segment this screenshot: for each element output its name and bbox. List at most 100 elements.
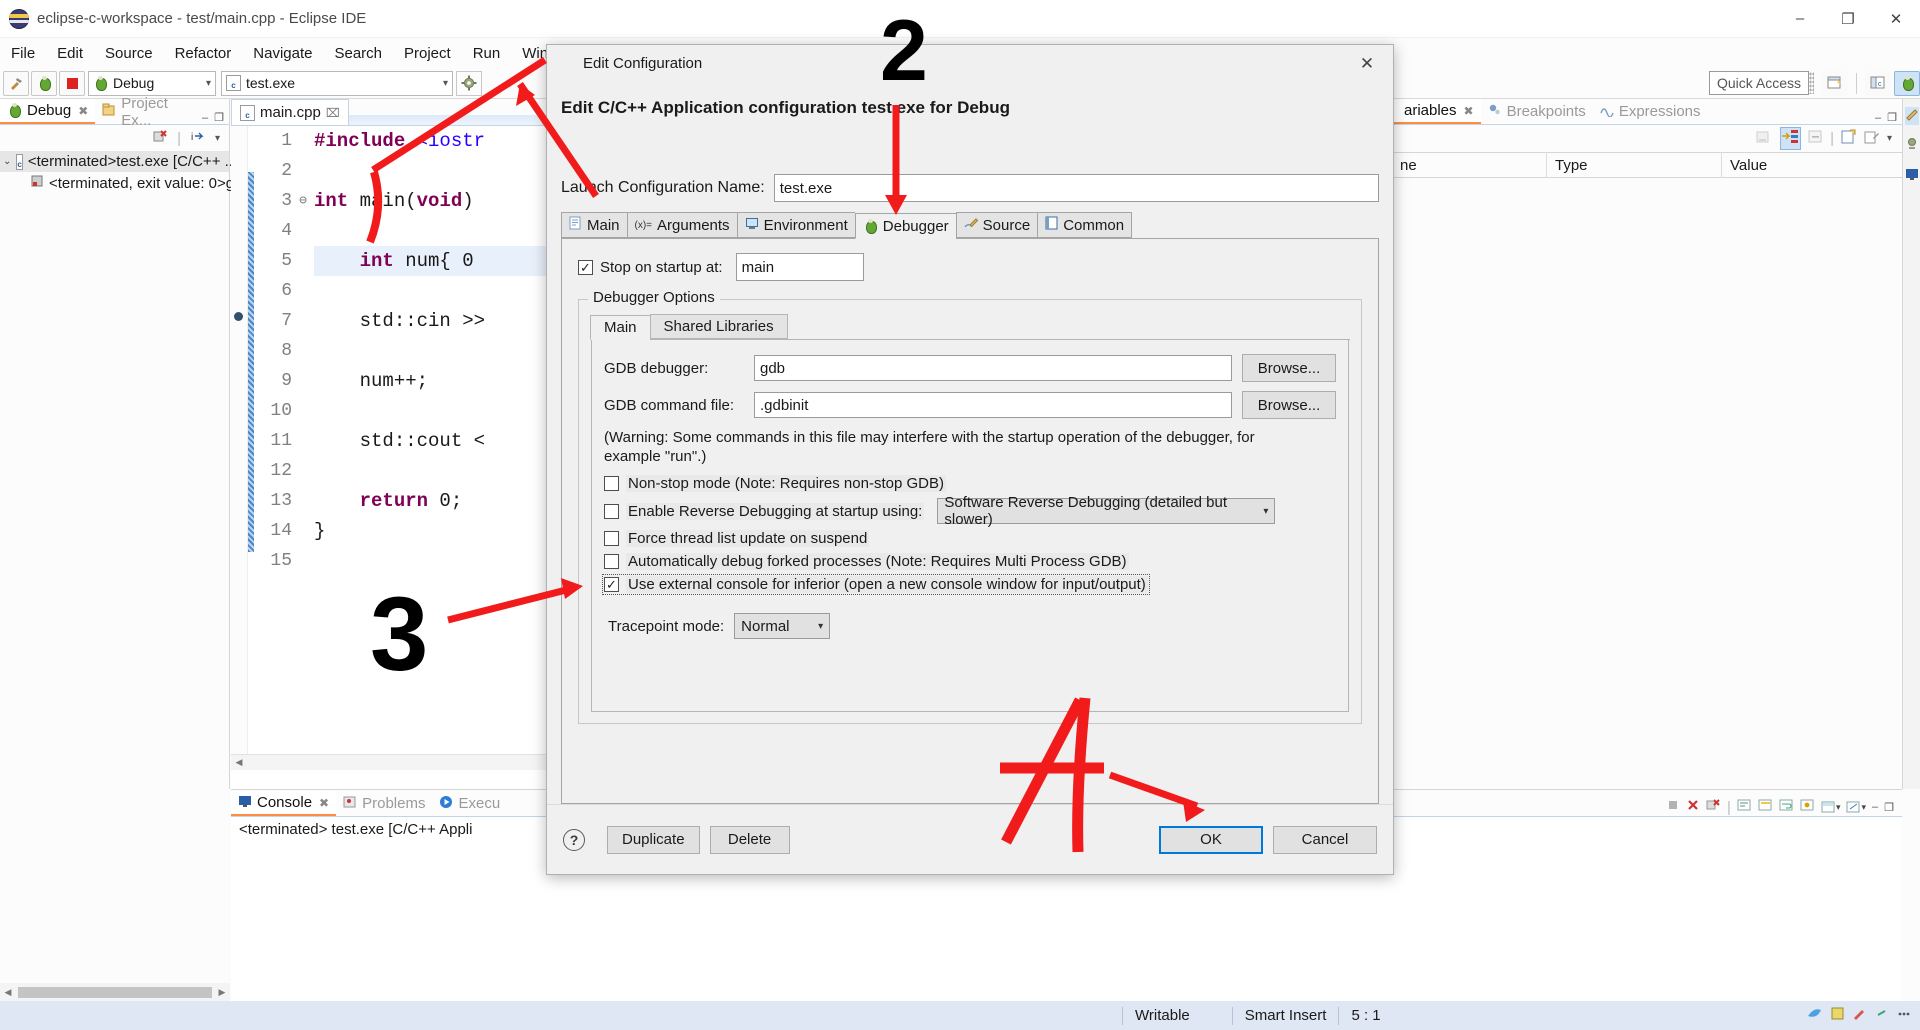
column-value[interactable]: Value — [1722, 152, 1887, 178]
close-icon[interactable]: ⌧ — [326, 106, 340, 120]
debug-perspective-icon[interactable] — [1894, 70, 1920, 96]
inner-tab-main[interactable]: Main — [590, 315, 650, 340]
tab-problems[interactable]: Problems — [336, 791, 432, 816]
tree-row[interactable]: <terminated, exit value: 0>g — [0, 172, 234, 194]
delete-button[interactable]: Delete — [709, 825, 790, 854]
build-hammer-icon[interactable] — [3, 70, 29, 96]
menu-project[interactable]: Project — [393, 42, 462, 65]
tab-debugger[interactable]: Debugger — [854, 213, 956, 239]
menu-source[interactable]: Source — [94, 42, 164, 65]
tab-debug[interactable]: Debug ✖ — [0, 99, 96, 124]
reverse-debugging-mode-combo[interactable]: Software Reverse Debugging (detailed but… — [937, 494, 1276, 528]
help-icon[interactable]: ? — [563, 828, 585, 851]
tab-executables[interactable]: Execu — [432, 791, 507, 816]
non-stop-mode-checkbox[interactable] — [604, 476, 619, 491]
auto-debug-forked-row[interactable]: Automatically debug forked processes (No… — [604, 553, 1336, 570]
menu-search[interactable]: Search — [323, 42, 393, 65]
debug-view-horizontal-scrollbar[interactable]: ◀ ▶ — [0, 983, 230, 1001]
debug-shell-icon[interactable] — [1905, 137, 1919, 155]
duplicate-button[interactable]: Duplicate — [607, 825, 700, 854]
view-menu-icon[interactable]: ▾ — [215, 133, 220, 144]
tab-common[interactable]: Common — [1037, 212, 1133, 238]
minimize-icon[interactable]: – — [1875, 112, 1881, 124]
menu-run[interactable]: Run — [462, 42, 512, 65]
view-menu-icon[interactable]: ▾ — [1887, 133, 1892, 144]
tab-expressions[interactable]: Expressions — [1593, 99, 1708, 124]
external-console-row[interactable]: Use external console for inferior (open … — [602, 574, 1150, 595]
open-console-icon[interactable]: ▾ — [1846, 800, 1866, 814]
gdb-command-file-browse-button[interactable]: Browse... — [1242, 391, 1336, 419]
clear-icon[interactable] — [1737, 798, 1752, 816]
remove-all-terminated-icon[interactable] — [152, 128, 168, 148]
tab-variables[interactable]: ariables ✖ — [1392, 99, 1481, 124]
breakpoint-ruler[interactable] — [231, 126, 248, 754]
cpp-perspective-icon[interactable]: c — [1865, 70, 1891, 96]
drop-to-frame-icon[interactable]: i — [190, 128, 206, 148]
tracepoint-mode-combo[interactable]: Normal ▾ — [734, 613, 831, 639]
display-console-icon[interactable]: ▾ — [1821, 800, 1840, 814]
collapse-all-icon[interactable] — [1808, 129, 1823, 148]
stop-on-startup-input[interactable]: main — [735, 253, 864, 281]
tab-breakpoints[interactable]: Breakpoints — [1481, 99, 1593, 124]
tweet-icon[interactable] — [1807, 1007, 1822, 1025]
cancel-button[interactable]: Cancel — [1273, 825, 1377, 854]
open-perspective-icon[interactable] — [1822, 70, 1848, 96]
tab-console[interactable]: Console ✖ — [231, 791, 337, 816]
launch-mode-combo[interactable]: Debug ▾ — [88, 70, 216, 96]
close-icon[interactable]: ✖ — [78, 104, 88, 118]
external-console-checkbox[interactable] — [604, 577, 619, 592]
scroll-right-icon[interactable]: ▶ — [214, 987, 230, 998]
maximize-icon[interactable]: ❐ — [1887, 111, 1897, 124]
word-wrap-icon[interactable] — [1779, 798, 1794, 816]
maximize-icon[interactable]: ❐ — [214, 111, 224, 124]
code-folding-column[interactable]: ⊖ — [296, 126, 310, 754]
close-icon[interactable]: ✖ — [319, 796, 329, 810]
tree-row[interactable]: ⌄ c <terminated>test.exe [C/C++ ... — [0, 151, 237, 172]
pencil-icon[interactable] — [1853, 1007, 1866, 1024]
console-icon[interactable] — [1905, 167, 1919, 185]
gdb-command-file-input[interactable]: .gdbinit — [754, 392, 1232, 418]
reverse-debugging-checkbox[interactable] — [604, 503, 619, 519]
gdb-debugger-browse-button[interactable]: Browse... — [1242, 354, 1336, 382]
force-thread-list-checkbox[interactable] — [604, 531, 619, 546]
maximize-icon[interactable]: ❐ — [1884, 801, 1894, 814]
scroll-left-icon[interactable]: ◀ — [231, 757, 247, 768]
quick-access-input[interactable]: Quick Access — [1708, 71, 1809, 95]
non-stop-mode-row[interactable]: Non-stop mode (Note: Requires non-stop G… — [604, 475, 1336, 492]
maximize-window-button[interactable]: ❐ — [1824, 0, 1872, 38]
debug-bug-icon[interactable] — [31, 70, 57, 96]
menu-file[interactable]: File — [0, 42, 46, 65]
minimize-icon[interactable]: – — [202, 112, 208, 124]
force-thread-list-row[interactable]: Force thread list update on suspend — [604, 530, 1336, 547]
stop-on-startup-checkbox[interactable] — [578, 259, 593, 275]
gear-icon[interactable] — [456, 70, 482, 96]
new-expression-icon[interactable] — [1841, 129, 1857, 149]
remove-all-icon[interactable] — [1706, 798, 1721, 816]
reverse-debugging-row[interactable]: Enable Reverse Debugging at startup usin… — [604, 494, 1336, 528]
tab-environment[interactable]: Environment — [736, 212, 855, 238]
close-window-button[interactable]: ✕ — [1872, 0, 1920, 38]
gdb-debugger-input[interactable]: gdb — [754, 355, 1232, 381]
menu-refactor[interactable]: Refactor — [164, 42, 243, 65]
tab-project-explorer[interactable]: Project Ex... — [95, 95, 202, 129]
remove-launch-icon[interactable] — [1686, 798, 1700, 816]
ok-button[interactable]: OK — [1159, 825, 1263, 854]
dialog-close-button[interactable]: ✕ — [1347, 48, 1387, 80]
collapse-icon[interactable] — [1756, 129, 1773, 149]
chevron-down-icon[interactable]: ⌄ — [3, 156, 11, 167]
scroll-lock-icon[interactable] — [1758, 798, 1773, 816]
show-type-names-icon[interactable] — [1780, 127, 1802, 150]
fold-toggle-icon[interactable]: ⊖ — [296, 186, 310, 216]
tab-source[interactable]: Source — [955, 212, 1038, 238]
tab-main[interactable]: Main — [561, 212, 627, 238]
tab-main-cpp[interactable]: c main.cpp ⌧ — [231, 99, 349, 125]
pin-icon[interactable] — [1800, 798, 1815, 816]
minimize-icon[interactable]: – — [1872, 801, 1878, 813]
scrollbar-thumb[interactable] — [18, 986, 212, 998]
menu-edit[interactable]: Edit — [46, 42, 94, 65]
auto-debug-forked-checkbox[interactable] — [604, 554, 619, 569]
inner-tab-shared-libraries[interactable]: Shared Libraries — [649, 314, 788, 339]
link-icon[interactable] — [1875, 1007, 1888, 1024]
column-name[interactable]: ne — [1392, 152, 1547, 178]
tab-arguments[interactable]: (x)= Arguments — [626, 212, 737, 238]
